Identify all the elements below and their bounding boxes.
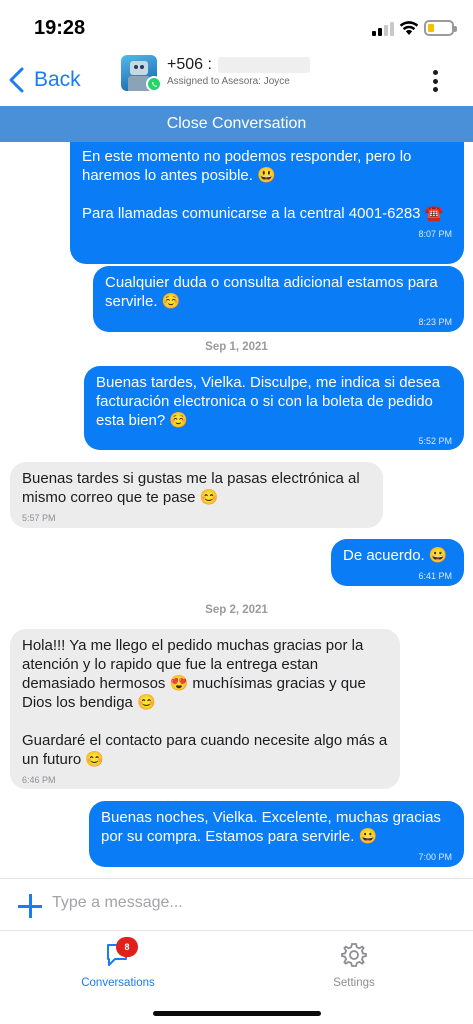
message-list[interactable]: En este momento no podemos responder, pe… (0, 142, 473, 878)
status-bar: 19:28 (0, 0, 473, 52)
message-bubble[interactable]: Buenas tardes, Vielka. Disculpe, me indi… (84, 366, 464, 450)
vertical-dots-icon (432, 70, 438, 75)
message-bubble[interactable]: De acuerdo. 😀 6:41 PM (331, 539, 464, 586)
message-input[interactable] (52, 890, 452, 916)
conversation-header: Back +506 : Assigned to Asesora: Joyce (0, 52, 473, 106)
message-time: 5:52 PM (418, 436, 452, 446)
contact-name: +506 : (167, 56, 310, 74)
tab-label: Settings (333, 977, 375, 989)
message-time: 5:57 PM (22, 513, 56, 523)
message-time: 6:41 PM (418, 571, 452, 581)
redacted-number (217, 57, 310, 73)
cellular-signal-icon (372, 22, 394, 36)
message-time: 8:23 PM (418, 317, 452, 327)
assigned-agent: Assigned to Asesora: Joyce (167, 76, 290, 87)
message-time: 6:46 PM (22, 775, 56, 785)
message-text: Cualquier duda o consulta adicional esta… (105, 274, 438, 310)
message-bubble[interactable]: Buenas noches, Vielka. Excelente, muchas… (89, 801, 464, 867)
tab-bar: 8 Conversations Settings (0, 930, 473, 1024)
message-text: Hola!!! Ya me llego el pedido muchas gra… (22, 637, 388, 768)
date-separator: Sep 2, 2021 (205, 604, 268, 616)
message-text: En este momento no podemos responder, pe… (82, 148, 444, 222)
message-time: 8:07 PM (418, 229, 452, 239)
contact-phone: +506 : (167, 56, 212, 73)
message-bubble[interactable]: Hola!!! Ya me llego el pedido muchas gra… (10, 629, 400, 789)
home-indicator (153, 1011, 321, 1016)
message-composer (0, 878, 473, 930)
more-options-button[interactable] (428, 68, 442, 94)
tab-settings[interactable]: Settings (279, 937, 429, 995)
chevron-left-icon (9, 67, 24, 93)
unread-badge: 8 (116, 937, 138, 957)
tab-conversations[interactable]: 8 Conversations (43, 937, 193, 995)
tab-label: Conversations (81, 977, 155, 989)
date-separator: Sep 1, 2021 (205, 341, 268, 353)
message-time: 7:00 PM (418, 852, 452, 862)
add-attachment-button[interactable] (17, 893, 43, 919)
message-text: Buenas tardes si gustas me la pasas elec… (22, 470, 360, 506)
back-button[interactable]: Back (8, 66, 81, 94)
wifi-icon (399, 21, 419, 35)
message-text: Buenas noches, Vielka. Excelente, muchas… (101, 809, 441, 845)
message-text: Buenas tardes, Vielka. Disculpe, me indi… (96, 374, 441, 429)
close-conversation-button[interactable]: Close Conversation (0, 106, 473, 142)
whatsapp-icon (146, 76, 162, 92)
message-text: De acuerdo. 😀 (343, 547, 448, 564)
gear-icon (341, 943, 367, 967)
status-time: 19:28 (34, 17, 86, 39)
message-bubble[interactable]: Cualquier duda o consulta adicional esta… (93, 266, 464, 332)
message-bubble[interactable]: En este momento no podemos responder, pe… (70, 142, 464, 264)
back-label: Back (34, 68, 81, 91)
battery-icon (424, 20, 457, 36)
message-bubble[interactable]: Buenas tardes si gustas me la pasas elec… (10, 462, 383, 528)
